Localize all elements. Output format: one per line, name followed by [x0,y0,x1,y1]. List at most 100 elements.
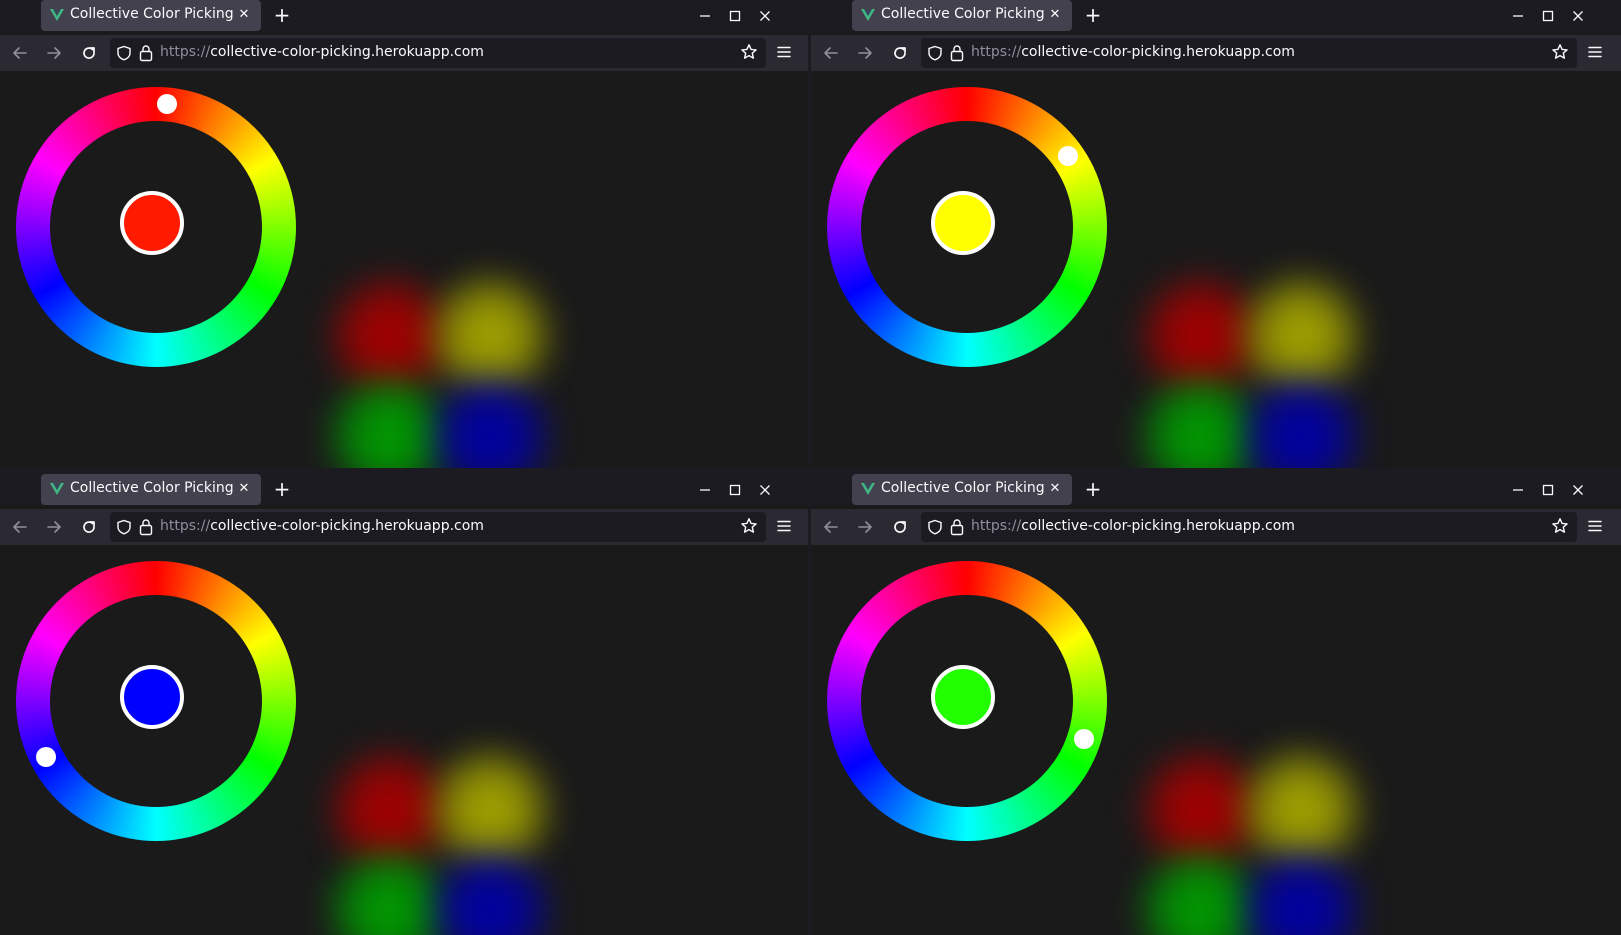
shield-icon[interactable] [927,519,943,539]
page-content [0,545,808,935]
vue-logo-icon [49,481,65,497]
tab-title: Collective Color Picking [70,6,234,22]
url-scheme: https:// [160,44,211,60]
url-text[interactable]: https://collective-color-picking.herokua… [160,44,484,60]
url-host: collective-color-picking.herokuapp.com [210,44,484,60]
tab-bar: Collective Color Picking ✕ + [811,0,1621,31]
url-text[interactable]: https://collective-color-picking.herokua… [971,518,1295,534]
star-icon[interactable] [740,43,758,65]
vue-logo-icon [860,7,876,23]
close-icon[interactable] [1571,483,1585,497]
new-tab-button[interactable]: + [272,477,292,501]
hue-handle[interactable] [1073,729,1094,749]
browser-tab[interactable]: Collective Color Picking ✕ [41,474,261,505]
forward-arrow-icon[interactable] [856,44,874,62]
back-arrow-icon[interactable] [11,44,29,62]
hue-wheel[interactable] [827,87,1107,367]
url-text[interactable]: https://collective-color-picking.herokua… [160,518,484,534]
tab-bar: Collective Color Picking ✕ + [0,0,808,31]
tab-title: Collective Color Picking [70,480,234,496]
hamburger-menu-icon[interactable] [776,44,792,64]
hue-handle[interactable] [156,94,177,115]
tab-close-button[interactable]: ✕ [1048,6,1062,24]
page-content [0,71,808,468]
tab-title: Collective Color Picking [881,6,1045,22]
minimize-icon[interactable] [698,483,712,497]
new-tab-button[interactable]: + [1083,477,1103,501]
maximize-icon[interactable] [1541,483,1555,497]
tab-close-button[interactable]: ✕ [1048,480,1062,498]
tab-bar: Collective Color Picking ✕ + [811,474,1621,505]
reload-icon[interactable] [891,44,909,62]
maximize-icon[interactable] [1541,9,1555,23]
selected-color-swatch [120,191,184,255]
hue-handle[interactable] [36,746,57,767]
selected-color-swatch [931,665,995,729]
page-content [811,545,1621,935]
star-icon[interactable] [1551,43,1569,65]
star-icon[interactable] [1551,517,1569,539]
shield-icon[interactable] [927,45,943,65]
url-text[interactable]: https://collective-color-picking.herokua… [971,44,1295,60]
tab-close-button[interactable]: ✕ [237,6,251,24]
lock-icon[interactable] [949,44,965,66]
browser-tab[interactable]: Collective Color Picking ✕ [852,0,1072,31]
close-icon[interactable] [1571,9,1585,23]
minimize-icon[interactable] [698,9,712,23]
lock-icon[interactable] [138,44,154,66]
forward-arrow-icon[interactable] [45,44,63,62]
shield-icon[interactable] [116,45,132,65]
forward-arrow-icon[interactable] [45,518,63,536]
navigation-toolbar: https://collective-color-picking.herokua… [0,509,808,545]
new-tab-button[interactable]: + [272,3,292,27]
maximize-icon[interactable] [728,9,742,23]
back-arrow-icon[interactable] [822,44,840,62]
maximize-icon[interactable] [728,483,742,497]
hue-wheel[interactable] [827,561,1107,841]
url-bar[interactable]: https://collective-color-picking.herokua… [921,512,1577,542]
close-icon[interactable] [758,9,772,23]
reload-icon[interactable] [891,518,909,536]
browser-window-4: Collective Color Picking ✕ + https://col… [811,474,1621,935]
browser-window-1: Collective Color Picking ✕ + https://col… [0,0,808,468]
browser-window-2: Collective Color Picking ✕ + https://col… [811,0,1621,468]
url-scheme: https:// [160,518,211,534]
vue-logo-icon [49,7,65,23]
page-content [811,71,1621,468]
star-icon[interactable] [740,517,758,539]
browser-tab[interactable]: Collective Color Picking ✕ [41,0,261,31]
minimize-icon[interactable] [1511,9,1525,23]
forward-arrow-icon[interactable] [856,518,874,536]
navigation-toolbar: https://collective-color-picking.herokua… [811,509,1621,545]
hamburger-menu-icon[interactable] [776,518,792,538]
new-tab-button[interactable]: + [1083,3,1103,27]
hamburger-menu-icon[interactable] [1587,44,1603,64]
browser-tab[interactable]: Collective Color Picking ✕ [852,474,1072,505]
back-arrow-icon[interactable] [822,518,840,536]
navigation-toolbar: https://collective-color-picking.herokua… [811,35,1621,71]
minimize-icon[interactable] [1511,483,1525,497]
hue-wheel[interactable] [16,561,296,841]
url-host: collective-color-picking.herokuapp.com [210,518,484,534]
hue-handle[interactable] [1057,146,1078,167]
tab-close-button[interactable]: ✕ [237,480,251,498]
close-icon[interactable] [758,483,772,497]
shield-icon[interactable] [116,519,132,539]
url-scheme: https:// [971,518,1022,534]
url-host: collective-color-picking.herokuapp.com [1021,518,1295,534]
reload-icon[interactable] [80,518,98,536]
back-arrow-icon[interactable] [11,518,29,536]
url-bar[interactable]: https://collective-color-picking.herokua… [921,38,1577,68]
vue-logo-icon [860,481,876,497]
tab-bar: Collective Color Picking ✕ + [0,474,808,505]
hamburger-menu-icon[interactable] [1587,518,1603,538]
url-bar[interactable]: https://collective-color-picking.herokua… [110,512,766,542]
browser-window-3: Collective Color Picking ✕ + https://col… [0,474,808,935]
tab-title: Collective Color Picking [881,480,1045,496]
lock-icon[interactable] [138,518,154,540]
lock-icon[interactable] [949,518,965,540]
selected-color-swatch [931,191,995,255]
hue-wheel[interactable] [16,87,296,367]
url-bar[interactable]: https://collective-color-picking.herokua… [110,38,766,68]
reload-icon[interactable] [80,44,98,62]
